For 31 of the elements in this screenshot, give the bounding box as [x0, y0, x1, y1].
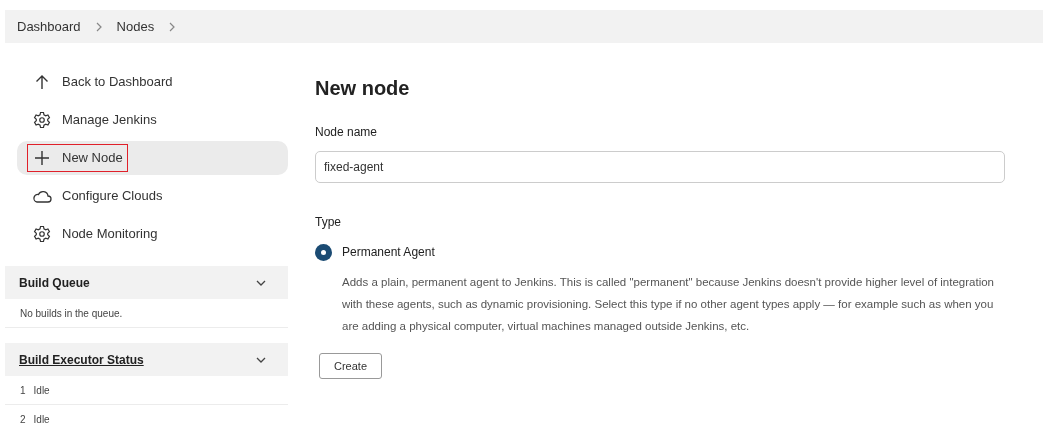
gear-icon: [33, 225, 51, 243]
type-description: Adds a plain, permanent agent to Jenkins. This is called "permanent" because Jenkins doesn't provide higher level of integration with these agents, such as dynamic provisioning. Select this type if no other agent types apply — for example such as when you are adding a physical computer, virtual machines managed outside Jenkins, etc.: [342, 275, 995, 334]
sidebar-item[interactable]: New Node: [17, 141, 288, 175]
radio-label[interactable]: Permanent Agent: [342, 243, 435, 261]
radio-button[interactable]: [315, 243, 332, 261]
executor-number: 1: [20, 383, 26, 398]
cloud-icon: [32, 189, 52, 203]
collapse-chevron-icon[interactable]: [256, 278, 266, 287]
executor-number: 2: [20, 412, 26, 427]
panel-title-link[interactable]: Build Executor Status: [19, 350, 144, 369]
field-label: Type: [315, 214, 342, 231]
create-button[interactable]: Create: [319, 353, 383, 379]
queue-message: No builds in the queue.: [20, 306, 123, 321]
sidebar-item[interactable]: Manage Jenkins: [17, 103, 288, 137]
sidebar-item[interactable]: Back to Dashboard: [17, 65, 288, 99]
input-field[interactable]: fixed-agent: [315, 151, 1005, 183]
sidebar-item[interactable]: Node Monitoring: [17, 217, 288, 251]
breadcrumb-link[interactable]: Dashboard: [17, 16, 81, 37]
executor-status: Idle: [33, 412, 50, 427]
page-title: New node: [315, 76, 411, 101]
breadcrumb-link[interactable]: Nodes: [116, 16, 155, 37]
chevron-icon[interactable]: [168, 20, 177, 33]
executor-status: Idle: [33, 383, 50, 398]
plus-icon: [34, 150, 50, 166]
arrow-up-icon: [35, 74, 49, 90]
sidebar-item[interactable]: Configure Clouds: [17, 179, 288, 213]
panel-title: Build Queue: [19, 274, 90, 292]
gear-icon: [33, 111, 51, 129]
chevron-icon[interactable]: [94, 20, 103, 33]
collapse-chevron-icon[interactable]: [256, 355, 266, 364]
field-label: Node name: [315, 124, 379, 141]
